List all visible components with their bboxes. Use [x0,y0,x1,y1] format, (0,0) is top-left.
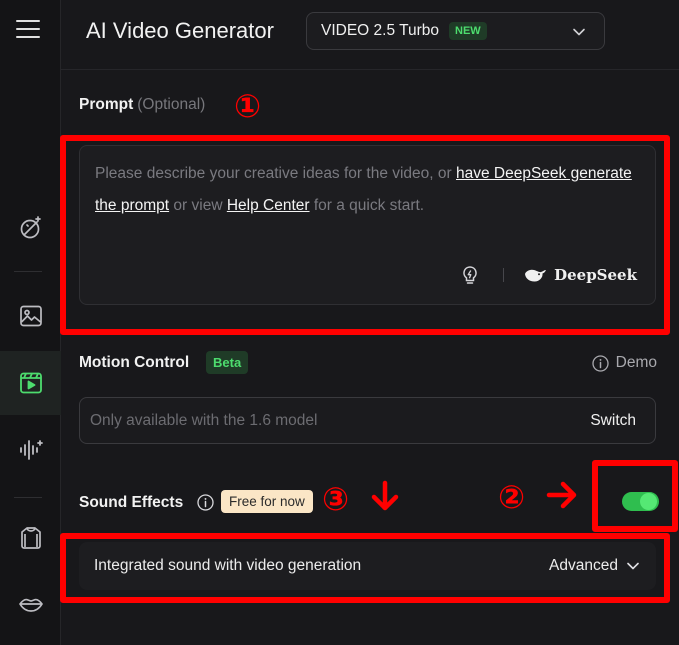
toggle-knob [640,493,657,510]
menu-icon[interactable] [16,20,40,40]
advanced-dropdown[interactable]: Advanced [549,557,640,575]
lips-icon[interactable] [0,575,61,635]
motion-control-label: Motion Control [79,354,190,371]
prompt-label-text: Prompt [79,96,134,113]
advanced-label: Advanced [549,557,618,574]
image-icon[interactable] [0,286,61,346]
prompt-label: Prompt (Optional) [79,96,205,114]
sidebar-divider [14,497,42,498]
lightbulb-icon[interactable] [459,264,481,286]
info-icon[interactable] [197,494,214,511]
prompt-optional: (Optional) [137,96,206,113]
video-icon[interactable] [0,351,61,415]
demo-label: Demo [615,354,657,371]
deepseek-whale-icon [525,269,547,282]
model-name: VIDEO 2.5 Turbo [321,22,440,39]
deepseek-button[interactable]: DeepSeek [554,266,637,284]
motion-control-placeholder: Only available with the 1.6 model [90,412,318,429]
switch-model-button[interactable]: Switch [590,412,636,430]
sidebar-divider [14,271,42,272]
model-select[interactable]: VIDEO 2.5 Turbo NEW [306,12,605,50]
main-panel: AI Video Generator VIDEO 2.5 Turbo NEW P… [61,0,679,645]
motion-control-input[interactable]: Only available with the 1.6 model Switch [79,397,656,444]
shirt-icon[interactable] [0,508,61,568]
chevron-down-icon [573,28,585,36]
annotation-marker-2: ② [498,478,526,516]
prompt-placeholder-end: for a quick start. [309,197,425,214]
free-for-now-badge: Free for now [221,490,313,513]
prompt-tools: DeepSeek [459,264,637,286]
new-badge: NEW [449,22,487,40]
sound-effects-toggle[interactable] [622,492,659,511]
demo-link[interactable]: Demo [591,354,657,372]
arrow-down-icon [371,480,399,511]
annotation-marker-1: ① [234,87,262,125]
sound-effects-label: Sound Effects [79,494,184,511]
page-title: AI Video Generator [86,18,274,43]
prompt-textarea[interactable]: Please describe your creative ideas for … [79,145,656,305]
prompt-placeholder: Please describe your creative ideas for … [95,158,635,222]
beta-badge: Beta [206,351,249,374]
annotation-marker-3: ③ [322,480,350,518]
audio-wave-icon[interactable] [0,420,61,480]
arrow-right-icon [546,481,577,509]
header: AI Video Generator VIDEO 2.5 Turbo NEW [61,0,679,70]
sidebar [0,0,61,645]
help-center-link[interactable]: Help Center [227,197,310,214]
prompt-placeholder-mid: or view [169,197,227,214]
sound-effects-description: Integrated sound with video generation [94,557,362,574]
tool-separator [503,268,505,282]
prompt-placeholder-start: Please describe your creative ideas for … [95,165,456,182]
magic-wand-icon[interactable] [0,198,61,258]
info-icon [591,354,609,372]
chevron-down-icon [627,562,639,570]
sound-effects-row[interactable]: Integrated sound with video generation A… [79,542,656,590]
